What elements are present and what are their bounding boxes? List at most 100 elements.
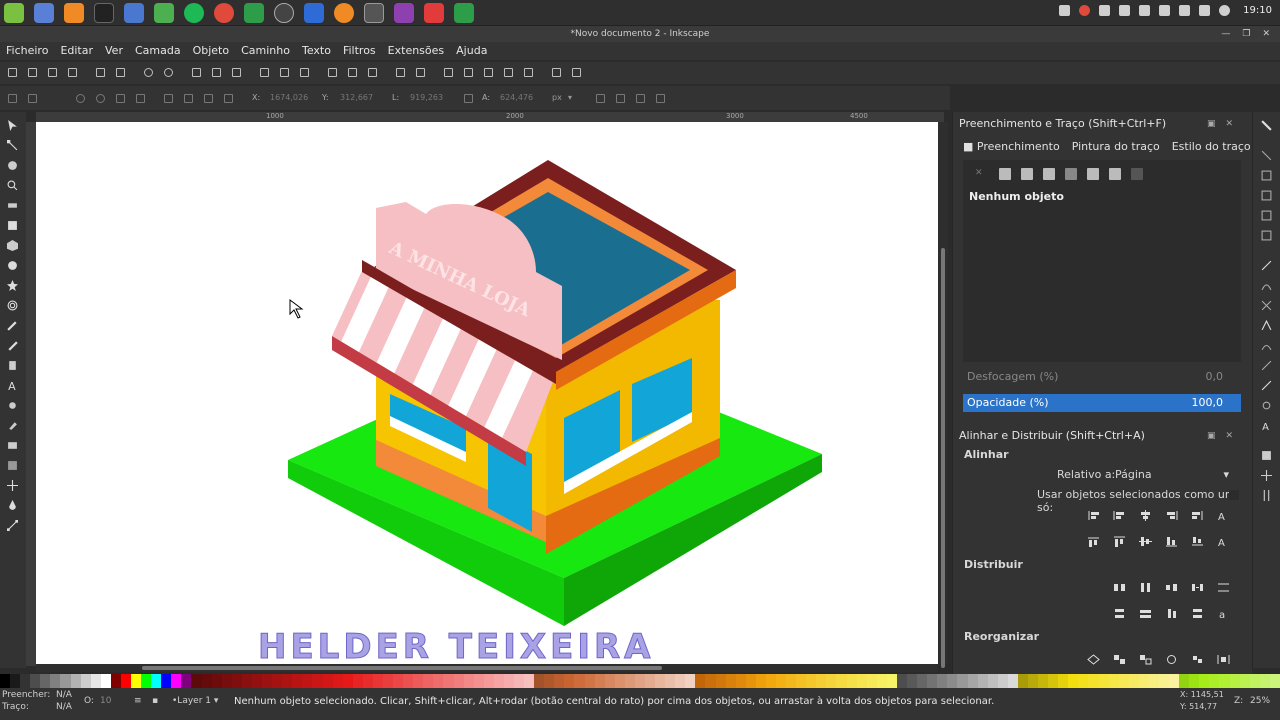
align-top-icon[interactable] [1113, 536, 1126, 547]
color-swatch[interactable] [846, 674, 857, 688]
color-swatch[interactable] [191, 674, 202, 688]
color-swatch[interactable] [675, 674, 686, 688]
chevron-down-icon[interactable]: ▾ [568, 91, 572, 105]
color-swatch[interactable] [352, 674, 363, 688]
lower-icon[interactable] [184, 94, 193, 103]
exchange-clockwise-icon[interactable] [1165, 654, 1178, 665]
distribute-top-icon[interactable] [1113, 608, 1126, 619]
color-swatch[interactable] [1007, 674, 1018, 688]
open-icon[interactable] [28, 68, 37, 77]
color-swatch[interactable] [342, 674, 353, 688]
rotate-ccw-icon[interactable] [76, 94, 85, 103]
color-swatch[interactable] [725, 674, 736, 688]
scale-stroke-icon[interactable] [596, 94, 605, 103]
linear-gradient-icon[interactable] [1021, 168, 1033, 180]
color-swatch[interactable] [241, 674, 252, 688]
inkscape-icon[interactable] [364, 3, 384, 23]
menu-objeto[interactable]: Objeto [187, 42, 236, 60]
stroke-indicator-value[interactable]: N/A [56, 702, 72, 712]
text-tool-icon[interactable]: A [7, 380, 18, 391]
distribute-centers-icon[interactable] [1139, 582, 1152, 593]
export-icon[interactable] [116, 68, 125, 77]
menu-caminho[interactable]: Caminho [235, 42, 296, 60]
distribute-baseline-icon[interactable] [1217, 582, 1230, 593]
camera-icon[interactable] [1059, 5, 1071, 16]
y-field[interactable]: 312,667 [340, 91, 373, 105]
color-swatch[interactable] [100, 674, 111, 688]
text-font-icon[interactable] [464, 68, 473, 77]
color-swatch[interactable] [967, 674, 978, 688]
color-swatch[interactable] [1199, 674, 1210, 688]
color-swatch[interactable] [1017, 674, 1028, 688]
color-swatch[interactable] [937, 674, 948, 688]
color-swatch[interactable] [423, 674, 434, 688]
snap-bbox-corners-icon[interactable] [1261, 190, 1272, 201]
color-swatch[interactable] [1058, 674, 1069, 688]
distribute-vbaseline-icon[interactable]: a [1217, 608, 1230, 619]
color-swatch[interactable] [776, 674, 787, 688]
eraser-tool-icon[interactable] [7, 420, 18, 431]
brightness-icon[interactable] [1219, 5, 1231, 16]
snap-smooth-nodes-icon[interactable] [1261, 340, 1272, 351]
color-swatch[interactable] [1189, 674, 1200, 688]
color-swatch[interactable] [362, 674, 373, 688]
calligraphy-tool-icon[interactable] [7, 360, 18, 371]
color-swatch[interactable] [433, 674, 444, 688]
color-swatch[interactable] [0, 674, 11, 688]
tab-stroke-style[interactable]: Estilo do traço [1172, 140, 1251, 153]
color-swatch[interactable] [1108, 674, 1119, 688]
drawing-canvas[interactable]: A MINHA LOJA HELDER TEIXEIRA [36, 122, 938, 664]
pencil-tool-icon[interactable] [7, 320, 18, 331]
align-bottom-edges-icon[interactable] [1087, 536, 1100, 547]
color-swatch[interactable] [1027, 674, 1039, 688]
color-swatch[interactable] [1179, 674, 1190, 688]
align-top-edges-icon[interactable] [1191, 536, 1204, 547]
x-field[interactable]: 1674,026 [270, 91, 308, 105]
color-swatch[interactable] [1138, 674, 1149, 688]
color-swatch[interactable] [70, 674, 81, 688]
menu-icon[interactable] [4, 3, 24, 23]
color-swatch[interactable] [1158, 674, 1170, 688]
color-swatch[interactable] [1148, 674, 1159, 688]
exchange-positions-icon[interactable] [1113, 654, 1126, 665]
spotify-icon[interactable] [184, 3, 204, 23]
color-swatch[interactable] [947, 674, 958, 688]
color-swatch[interactable] [251, 674, 263, 688]
redo-icon[interactable] [164, 68, 173, 77]
node-tool-icon[interactable] [7, 140, 18, 151]
zoom-drawing-icon[interactable] [280, 68, 289, 77]
close-icon[interactable]: ✕ [1262, 26, 1270, 42]
settings-icon[interactable] [154, 3, 174, 23]
color-swatch[interactable] [614, 674, 625, 688]
vertical-scroll-thumb[interactable] [941, 248, 945, 668]
randomize-centers-icon[interactable] [1191, 654, 1204, 665]
color-swatch[interactable] [1038, 674, 1049, 688]
color-swatch[interactable] [765, 674, 777, 688]
color-swatch[interactable] [1169, 674, 1180, 688]
color-swatch[interactable] [715, 674, 726, 688]
color-swatch[interactable] [786, 674, 797, 688]
color-swatch[interactable] [856, 674, 867, 688]
distribute-vgaps-icon[interactable] [1191, 608, 1204, 619]
color-swatch[interactable] [231, 674, 242, 688]
zoom-selection-icon[interactable] [260, 68, 269, 77]
color-swatch[interactable] [1068, 674, 1079, 688]
layer-lock-icon[interactable]: ▪ [152, 696, 158, 706]
no-paint-icon[interactable]: ✕ [975, 168, 987, 180]
color-swatch[interactable] [151, 674, 162, 688]
opacity-indicator-field[interactable]: 10 [100, 696, 111, 706]
color-swatch[interactable] [1128, 674, 1139, 688]
duplicate-icon[interactable] [328, 68, 337, 77]
color-swatch[interactable] [50, 674, 61, 688]
menu-ajuda[interactable]: Ajuda [450, 42, 493, 60]
mesh-gradient-icon[interactable] [1065, 168, 1077, 180]
color-swatch[interactable] [463, 674, 474, 688]
color-swatch[interactable] [624, 674, 635, 688]
snap-bbox-icon[interactable] [1261, 150, 1272, 161]
bucket-tool-icon[interactable] [7, 440, 18, 451]
color-swatch[interactable] [594, 674, 605, 688]
gradient-tool-icon[interactable] [7, 460, 18, 471]
xml-editor-icon[interactable] [504, 68, 513, 77]
snap-intersections-icon[interactable] [1261, 300, 1272, 311]
color-swatch[interactable] [161, 674, 172, 688]
